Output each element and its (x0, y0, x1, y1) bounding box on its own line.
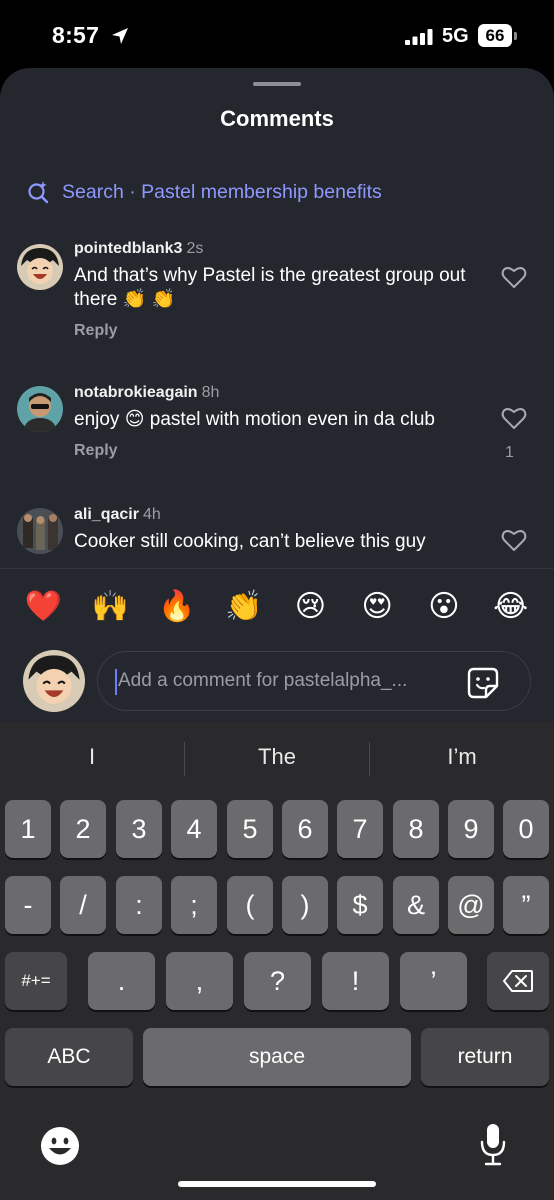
avatar[interactable] (17, 386, 63, 432)
key-6[interactable]: 6 (282, 800, 328, 858)
key-dollar[interactable]: $ (337, 876, 383, 934)
reaction-heart[interactable]: ❤️ (21, 589, 65, 624)
key-close-paren[interactable]: ) (282, 876, 328, 934)
comment-username[interactable]: ali_qacir (74, 506, 139, 523)
key-abc[interactable]: ABC (5, 1028, 133, 1086)
predictive-bar: I The I’m (0, 722, 554, 794)
key-2[interactable]: 2 (60, 800, 106, 858)
sheet-grabber[interactable] (253, 82, 301, 86)
comment-time: 8h (201, 384, 220, 401)
suggestion-2[interactable]: The (185, 744, 369, 770)
like-heart-icon[interactable] (501, 265, 527, 289)
comment-text: And that’s why Pastel is the greatest gr… (74, 265, 466, 310)
reaction-fire[interactable]: 🔥 (155, 589, 199, 624)
sparkle-search-icon (28, 181, 49, 204)
search-suggestion-label: Search · Pastel membership benefits (62, 180, 382, 203)
status-time: 8:57 (52, 22, 100, 48)
key-return[interactable]: return (421, 1028, 549, 1086)
avatar-image-icon (17, 386, 63, 432)
comment-input[interactable]: Add a comment for pastelalpha_... (97, 651, 531, 711)
key-3[interactable]: 3 (116, 800, 162, 858)
comment-text: enjoy 😊 pastel with motion even in da cl… (74, 409, 435, 430)
key-semicolon[interactable]: ; (171, 876, 217, 934)
avatar[interactable] (17, 244, 63, 290)
reaction-surprised[interactable]: 😮 (422, 589, 466, 624)
home-indicator[interactable] (178, 1181, 376, 1187)
reply-button[interactable]: Reply (74, 322, 494, 340)
reaction-crying[interactable]: 😢 (288, 589, 332, 624)
avatar[interactable] (17, 508, 63, 554)
suggestion-3[interactable]: I’m (370, 744, 554, 770)
key-5[interactable]: 5 (227, 800, 273, 858)
my-avatar (23, 650, 85, 712)
like-heart-icon[interactable] (501, 528, 527, 552)
avatar-image-icon (17, 508, 63, 554)
location-arrow-icon (112, 28, 128, 44)
key-quote[interactable]: ” (503, 876, 549, 934)
key-open-paren[interactable]: ( (227, 876, 273, 934)
comment-body: pointedblank3 2s And that’s why Pastel is… (74, 240, 494, 340)
comment-time: 4h (142, 506, 161, 523)
comment-composer: Add a comment for pastelalpha_... (0, 646, 554, 728)
reply-button[interactable]: Reply (74, 442, 494, 460)
key-exclamation[interactable]: ! (322, 952, 389, 1010)
key-at[interactable]: @ (448, 876, 494, 934)
key-period[interactable]: . (88, 952, 155, 1010)
text-caret (115, 669, 117, 695)
reaction-clap[interactable]: 👏 (222, 589, 266, 624)
comment-text: Cooker still cooking, can’t believe this… (74, 531, 426, 552)
network-type: 5G (442, 25, 469, 47)
comment-time: 2s (186, 240, 204, 257)
comment-username[interactable]: pointedblank3 (74, 240, 182, 257)
key-slash[interactable]: / (60, 876, 106, 934)
comment-body: notabrokieagain 8h enjoy 😊 pastel with mo… (74, 384, 494, 460)
battery-level: 66 (478, 24, 512, 47)
suggestion-1[interactable]: I (0, 744, 184, 770)
reaction-heart-eyes[interactable]: 😍 (355, 589, 399, 624)
reaction-laughing[interactable]: 😂 (489, 589, 533, 624)
sticker-icon[interactable] (466, 666, 500, 700)
reaction-raised-hands[interactable]: 🙌 (88, 589, 132, 624)
like-heart-icon[interactable] (501, 406, 527, 430)
search-suggestion-link[interactable]: Search · Pastel membership benefits (26, 178, 382, 206)
avatar-image-icon (17, 244, 63, 290)
signal-bars-icon (405, 29, 433, 45)
sheet-title: Comments (220, 106, 334, 131)
comment-body: ali_qacir 4h Cooker still cooking, can’t … (74, 506, 494, 554)
key-apostrophe[interactable]: ’ (400, 952, 467, 1010)
key-question[interactable]: ? (244, 952, 311, 1010)
comment-username[interactable]: notabrokieagain (74, 384, 198, 401)
comment-input-placeholder: Add a comment for pastelalpha_... (118, 670, 408, 691)
key-space[interactable]: space (143, 1028, 411, 1086)
key-0[interactable]: 0 (503, 800, 549, 858)
key-4[interactable]: 4 (171, 800, 217, 858)
like-count: 1 (505, 444, 514, 461)
key-9[interactable]: 9 (448, 800, 494, 858)
backspace-icon (503, 970, 533, 992)
emoji-keyboard-icon[interactable] (40, 1126, 80, 1166)
status-bar: 8:57 5G 66 (0, 0, 554, 70)
system-keyboard: I The I’m 1 2 3 4 5 6 7 8 9 0 - / : ; ( … (0, 722, 554, 1200)
key-ampersand[interactable]: & (393, 876, 439, 934)
key-comma[interactable]: , (166, 952, 233, 1010)
avatar-image-icon (23, 650, 85, 712)
key-7[interactable]: 7 (337, 800, 383, 858)
microphone-icon[interactable] (480, 1122, 506, 1166)
quick-reaction-bar: ❤️ 🙌 🔥 👏 😢 😍 😮 😂 (0, 568, 554, 644)
key-8[interactable]: 8 (393, 800, 439, 858)
key-more-symbols[interactable]: #+= (5, 952, 67, 1010)
battery-tip (514, 32, 517, 40)
key-1[interactable]: 1 (5, 800, 51, 858)
key-hyphen[interactable]: - (5, 876, 51, 934)
delete-key[interactable] (487, 952, 549, 1010)
key-colon[interactable]: : (116, 876, 162, 934)
